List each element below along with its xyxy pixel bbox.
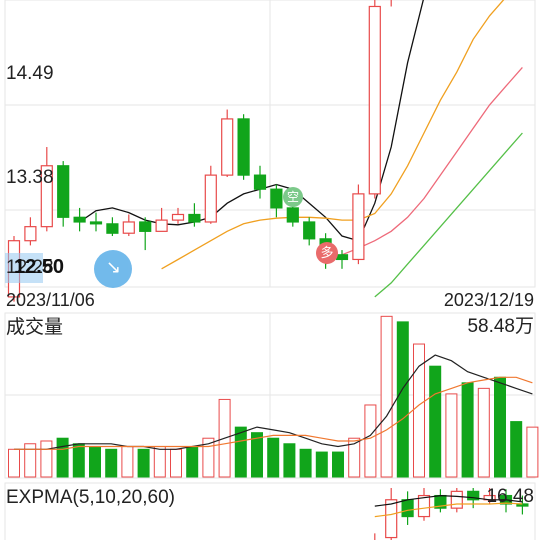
ma-line-ma60 (374, 132, 523, 298)
volume-bar (494, 376, 506, 478)
volume-bar (105, 448, 118, 478)
volume-bar (89, 446, 101, 478)
volume-bar (137, 448, 150, 478)
candle (237, 118, 250, 176)
price-tick-label: 13.38 (6, 167, 54, 188)
expma-panel-title[interactable]: EXPMA(5,10,20,60) (6, 488, 175, 507)
candle (204, 174, 217, 223)
volume-bar (186, 446, 199, 478)
volume-bar (40, 440, 53, 478)
volume-bar (477, 387, 490, 478)
candle (73, 216, 86, 223)
volume-panel-title[interactable]: 成交量 (6, 318, 63, 337)
volume-bar (332, 451, 344, 478)
volume-bar (8, 448, 20, 478)
volume-max-label: 58.48万 (467, 316, 534, 337)
volume-bar (283, 443, 296, 478)
ma-line-ma5 (79, 0, 424, 242)
candle (253, 174, 267, 190)
candle (24, 226, 37, 242)
candle (188, 213, 201, 223)
expma-candle (385, 499, 398, 539)
sell-signal-badge[interactable]: 空 (283, 187, 303, 207)
candle (352, 193, 365, 261)
candle (303, 221, 316, 240)
price-tick-label: 14.49 (6, 63, 54, 84)
start-date-label: 2023/11/06 (6, 290, 95, 310)
volume-bar (121, 446, 134, 478)
arrow-down-right-icon: ↘ (106, 257, 122, 277)
candle (171, 213, 185, 221)
candle (57, 165, 70, 218)
volume-bar (510, 421, 523, 478)
candle (270, 188, 283, 209)
volume-bar (315, 451, 328, 478)
end-date-label: 2023/12/19 (443, 290, 534, 310)
volume-bar (56, 437, 69, 478)
candle (286, 207, 299, 223)
stock-chart-screen: 14.49 13.38 12.28 12.50 ↘ 多 空 2023/11/06… (0, 0, 540, 544)
buy-signal-badge[interactable]: 多 (316, 242, 338, 264)
volume-bar (461, 382, 474, 478)
volume-bar (364, 404, 377, 478)
crosshair-price: 12.50 (14, 256, 65, 278)
volume-bar (72, 443, 85, 478)
expma-candle (450, 490, 463, 509)
volume-bar (380, 315, 393, 478)
candle (122, 221, 135, 234)
volume-bar (526, 426, 539, 478)
expma-candle (401, 499, 414, 518)
volume-bar (445, 393, 458, 478)
jump-to-latest-button[interactable]: ↘ (94, 250, 132, 288)
candle (221, 118, 234, 176)
candle (139, 221, 152, 232)
candle (368, 5, 381, 195)
candle (106, 223, 119, 234)
chart-canvas[interactable] (0, 0, 540, 544)
volume-bar (170, 448, 182, 478)
candle (89, 221, 103, 225)
volume-bar (153, 446, 166, 478)
volume-bar (267, 437, 280, 478)
volume-bar (429, 365, 442, 478)
candle (335, 254, 349, 261)
volume-bar (396, 321, 409, 478)
expma-max-label: 16.48 (486, 486, 534, 507)
candle (155, 219, 168, 232)
volume-bar (299, 448, 312, 478)
